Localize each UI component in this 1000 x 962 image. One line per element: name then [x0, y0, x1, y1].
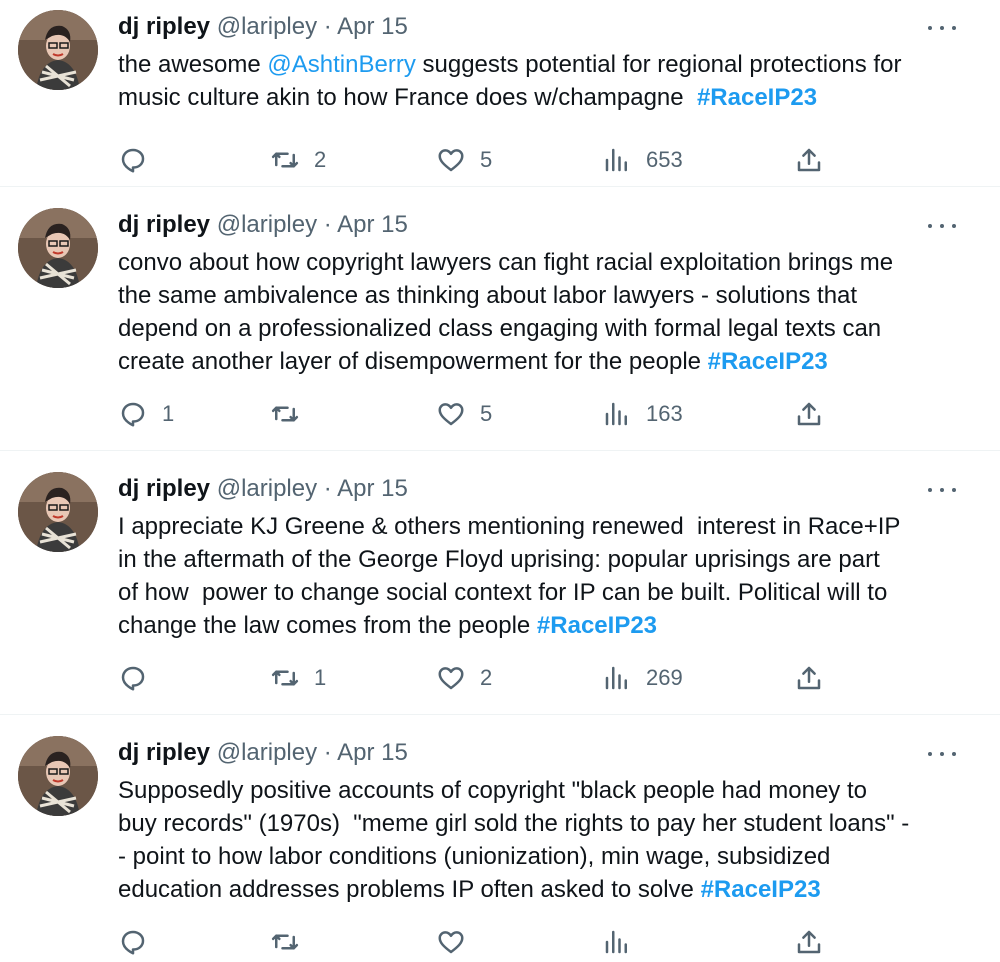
tweet-text: the awesome @AshtinBerry suggests potent… — [118, 48, 978, 114]
mention-link[interactable]: @AshtinBerry — [267, 51, 415, 78]
tweet-header: dj ripley @laripley · Apr 15 — [118, 208, 408, 242]
tweet[interactable]: dj ripley @laripley · Apr 15 the awesome… — [0, 10, 1000, 180]
views-icon — [605, 402, 627, 426]
avatar[interactable] — [18, 472, 98, 552]
reply-button[interactable] — [118, 658, 162, 698]
tweet-header: dj ripley @laripley · Apr 15 — [118, 736, 408, 770]
retweet-button[interactable] — [270, 922, 314, 962]
share-icon — [797, 666, 821, 690]
tweet-date[interactable]: Apr 15 — [337, 13, 408, 40]
tweet-actions: 2 5 653 — [0, 140, 1000, 180]
tweet-actions: 1 2 269 — [0, 658, 1000, 698]
reply-button[interactable] — [118, 140, 162, 180]
more-icon[interactable] — [928, 478, 956, 502]
separator-dot: · — [323, 211, 332, 238]
retweet-icon — [271, 406, 299, 422]
hashtag-link[interactable]: #RaceIP23 — [701, 876, 821, 903]
reply-button[interactable]: 1 — [118, 394, 174, 434]
like-count: 2 — [480, 665, 493, 690]
like-count: 5 — [480, 147, 493, 172]
views-button[interactable]: 269 — [602, 658, 683, 698]
view-count: 653 — [646, 147, 683, 172]
tweet-header: dj ripley @laripley · Apr 15 — [118, 472, 408, 506]
more-icon[interactable] — [928, 16, 956, 40]
views-icon — [605, 148, 627, 172]
user-handle[interactable]: @laripley — [217, 739, 317, 766]
display-name[interactable]: dj ripley — [118, 739, 210, 766]
tweet[interactable]: dj ripley @laripley · Apr 15 I appreciat… — [0, 472, 1000, 698]
reply-icon — [121, 402, 145, 427]
tweet-text: convo about how copyright lawyers can fi… — [118, 246, 978, 378]
retweet-count: 2 — [314, 147, 327, 172]
share-button[interactable] — [794, 140, 824, 180]
text-segment: I appreciate KJ Greene & others mentioni… — [118, 513, 901, 639]
tweet-actions: 1 5 163 — [0, 394, 1000, 434]
tweet-date[interactable]: Apr 15 — [337, 211, 408, 238]
heart-icon — [438, 149, 464, 172]
tweet-divider — [0, 714, 1000, 715]
separator-dot: · — [323, 739, 332, 766]
retweet-icon — [271, 152, 299, 168]
tweet-divider — [0, 186, 1000, 187]
like-button[interactable]: 5 — [436, 394, 492, 434]
hashtag-link[interactable]: #RaceIP23 — [708, 348, 828, 375]
tweet-date[interactable]: Apr 15 — [337, 475, 408, 502]
view-count: 269 — [646, 665, 683, 690]
tweet[interactable]: dj ripley @laripley · Apr 15 Supposedly … — [0, 736, 1000, 962]
user-handle[interactable]: @laripley — [217, 211, 317, 238]
tweet-actions — [0, 922, 1000, 962]
retweet-button[interactable]: 1 — [270, 658, 326, 698]
retweet-button[interactable] — [270, 394, 314, 434]
share-button[interactable] — [794, 394, 824, 434]
avatar[interactable] — [18, 10, 98, 90]
share-icon — [797, 402, 821, 426]
views-icon — [605, 666, 627, 690]
like-button[interactable]: 2 — [436, 658, 492, 698]
tweet-header: dj ripley @laripley · Apr 15 — [118, 10, 408, 44]
like-button[interactable]: 5 — [436, 140, 492, 180]
more-icon[interactable] — [928, 742, 956, 766]
separator-dot: · — [323, 13, 332, 40]
reply-button[interactable] — [118, 922, 162, 962]
display-name[interactable]: dj ripley — [118, 211, 210, 238]
reply-icon — [121, 148, 145, 173]
share-icon — [797, 148, 821, 172]
view-count: 163 — [646, 401, 683, 426]
more-icon[interactable] — [928, 214, 956, 238]
views-button[interactable]: 653 — [602, 140, 683, 180]
avatar[interactable] — [18, 208, 98, 288]
like-button[interactable] — [436, 922, 480, 962]
heart-icon — [438, 403, 464, 426]
text-segment: the awesome — [118, 51, 268, 78]
avatar[interactable] — [18, 736, 98, 816]
tweet-text: I appreciate KJ Greene & others mentioni… — [118, 510, 978, 642]
display-name[interactable]: dj ripley — [118, 13, 210, 40]
display-name[interactable]: dj ripley — [118, 475, 210, 502]
user-handle[interactable]: @laripley — [217, 475, 317, 502]
hashtag-link[interactable]: #RaceIP23 — [697, 84, 817, 111]
separator-dot: · — [323, 475, 332, 502]
tweet-text: Supposedly positive accounts of copyrigh… — [118, 774, 978, 906]
tweet-date[interactable]: Apr 15 — [337, 739, 408, 766]
retweet-count: 1 — [314, 665, 327, 690]
reply-icon — [121, 666, 145, 691]
retweet-button[interactable]: 2 — [270, 140, 326, 180]
retweet-icon — [271, 670, 299, 686]
reply-count: 1 — [162, 401, 175, 426]
views-button[interactable] — [602, 922, 646, 962]
share-button[interactable] — [794, 922, 824, 962]
views-button[interactable]: 163 — [602, 394, 683, 434]
like-count: 5 — [480, 401, 493, 426]
hashtag-link[interactable]: #RaceIP23 — [537, 612, 657, 639]
user-handle[interactable]: @laripley — [217, 13, 317, 40]
share-button[interactable] — [794, 658, 824, 698]
tweet[interactable]: dj ripley @laripley · Apr 15 convo about… — [0, 208, 1000, 434]
tweet-divider — [0, 450, 1000, 451]
heart-icon — [438, 667, 464, 690]
